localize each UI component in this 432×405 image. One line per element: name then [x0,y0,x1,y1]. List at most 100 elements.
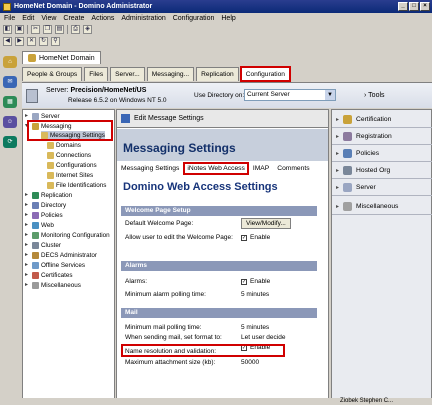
folder-icon [47,172,54,179]
tool-hosted-org[interactable]: ▸ Hosted Org [332,163,432,179]
tool-certification[interactable]: ▸ Certification [332,112,432,128]
tools-toggle[interactable]: › Tools [364,92,385,99]
print-icon[interactable]: ⎙ [71,25,80,34]
properties-icon[interactable]: ◈ [83,25,92,34]
subtab-imap[interactable]: IMAP [251,164,271,173]
paste-icon[interactable]: ▤ [55,25,64,34]
minimize-button[interactable]: _ [398,2,408,11]
tree-item-monitoring-configuration[interactable]: ▸ Monitoring Configuration [25,231,110,240]
menu-view[interactable]: View [41,15,56,22]
tab-configuration[interactable]: Configuration [239,66,291,82]
chevron-right-icon: ▸ [336,117,340,123]
domain-tab[interactable]: HomeNet Domain [22,51,101,64]
tree-item-label: DECS Administrator [41,252,97,259]
chevron-down-icon[interactable]: ▼ [325,90,335,100]
tree-item-cluster[interactable]: ▸ Cluster [25,241,61,250]
expand-icon[interactable]: ▸ [25,261,30,270]
refresh-icon[interactable]: ↻ [39,37,48,46]
menu-create[interactable]: Create [63,15,84,22]
expand-icon[interactable]: ▸ [25,281,30,290]
maximize-button[interactable]: □ [409,2,419,11]
tree-item-internet-sites[interactable]: Internet Sites [47,171,93,180]
tree-item-replication[interactable]: ▸ Replication [25,191,72,200]
menu-file[interactable]: File [4,15,15,22]
tool-label: Hosted Org [356,167,391,174]
tree-item-policies[interactable]: ▸ Policies [25,211,63,220]
search-icon[interactable]: ⚲ [51,37,60,46]
tab-server[interactable]: Server... [110,67,145,81]
expand-icon[interactable]: ▸ [25,251,30,260]
app-icon [3,2,11,11]
contacts-bookmark-icon[interactable]: ☺ [3,116,17,128]
folder-icon [47,162,54,169]
tab-replication[interactable]: Replication [196,67,239,81]
stop-icon[interactable]: ✕ [27,37,36,46]
subtab-messaging-settings[interactable]: Messaging Settings [119,164,181,173]
expand-icon[interactable]: ▸ [25,271,30,280]
mail-bookmark-icon[interactable]: ✉ [3,76,17,88]
use-directory-select[interactable]: Current Server ▼ [244,89,336,101]
expand-icon[interactable]: ▸ [25,191,30,200]
expand-icon[interactable]: ▸ [25,221,30,230]
tab-messaging[interactable]: Messaging... [146,67,195,81]
tree-item-connections[interactable]: Connections [47,151,91,160]
home-bookmark-icon[interactable]: ⌂ [3,56,17,68]
tree-item-label: Policies [41,212,63,219]
tree-item-miscellaneous[interactable]: ▸ Miscellaneous [25,281,81,290]
tree-item-configurations[interactable]: Configurations [47,161,97,170]
forward-icon[interactable]: ▶ [15,37,24,46]
menu-configuration[interactable]: Configuration [173,15,215,22]
copy-icon[interactable]: ❐ [43,25,52,34]
tree-item-web[interactable]: ▸ Web [25,221,54,230]
folder-icon [47,142,54,149]
field-value-min-alarm[interactable]: 5 minutes [241,291,269,298]
section-mail: Mail [121,308,317,318]
expand-icon[interactable]: ▸ [25,201,30,210]
field-value-min-mail[interactable]: 5 minutes [241,324,269,331]
save-icon[interactable]: ▣ [15,25,24,34]
cut-icon[interactable]: ✂ [31,25,40,34]
tree-item-offline-services[interactable]: ▸ Offline Services [25,261,85,270]
tool-miscellaneous[interactable]: ▸ Miscellaneous [332,199,432,215]
subtab-comments[interactable]: Comments [275,164,311,173]
tool-registration[interactable]: ▸ Registration [332,129,432,145]
folder-icon [47,182,54,189]
menu-administration[interactable]: Administration [121,15,165,22]
folder-icon [47,152,54,159]
subtab-inotes-web-access[interactable]: iNotes Web Access [183,162,249,175]
menu-help[interactable]: Help [221,15,235,22]
tree-item-certificates[interactable]: ▸ Certificates [25,271,73,280]
view-modify-button[interactable]: View/Modify... [241,218,291,229]
tab-files[interactable]: Files [84,67,109,81]
tree-item-directory[interactable]: ▸ Directory [25,201,66,210]
expand-icon[interactable]: ▸ [25,231,30,240]
replicator-bookmark-icon[interactable]: ⟳ [3,136,17,148]
editor-pane: Edit Message Settings Messaging Settings… [116,109,329,399]
menu-actions[interactable]: Actions [91,15,114,22]
open-icon[interactable]: ◧ [3,25,12,34]
tree-item-label: Connections [56,152,92,159]
chevron-right-icon: › [364,92,367,99]
page-title: Messaging Settings [117,129,328,161]
field-value-max-attach[interactable]: 50000 [241,359,259,366]
edit-header-label: Edit Message Settings [134,115,204,122]
server-icon [32,113,39,120]
tool-server[interactable]: ▸ Server [332,180,432,196]
tab-people-groups[interactable]: People & Groups [22,67,83,81]
tree-item-domains[interactable]: Domains [47,141,81,150]
tree-item-file-identifications[interactable]: File Identifications [47,181,106,190]
expand-icon[interactable]: ▸ [25,241,30,250]
directory-icon [32,202,39,209]
back-icon[interactable]: ◀ [3,37,12,46]
close-button[interactable]: × [420,2,430,11]
tree-item-decs-administrator[interactable]: ▸ DECS Administrator [25,251,97,260]
field-value-send-format[interactable]: Let user decide [241,334,285,341]
tool-policies[interactable]: ▸ Policies [332,146,432,162]
status-user[interactable]: Ziobek Stephen C... [340,398,393,404]
toolbar-primary: ◧ ▣ ✂ ❐ ▤ ⎙ ◈ [0,24,432,35]
alarms-checkbox[interactable]: ✓ [241,278,247,285]
calendar-bookmark-icon[interactable]: ▦ [3,96,17,108]
menu-edit[interactable]: Edit [22,15,34,22]
expand-icon[interactable]: ▸ [25,211,30,220]
allow-edit-checkbox[interactable]: ✓ [241,234,247,241]
